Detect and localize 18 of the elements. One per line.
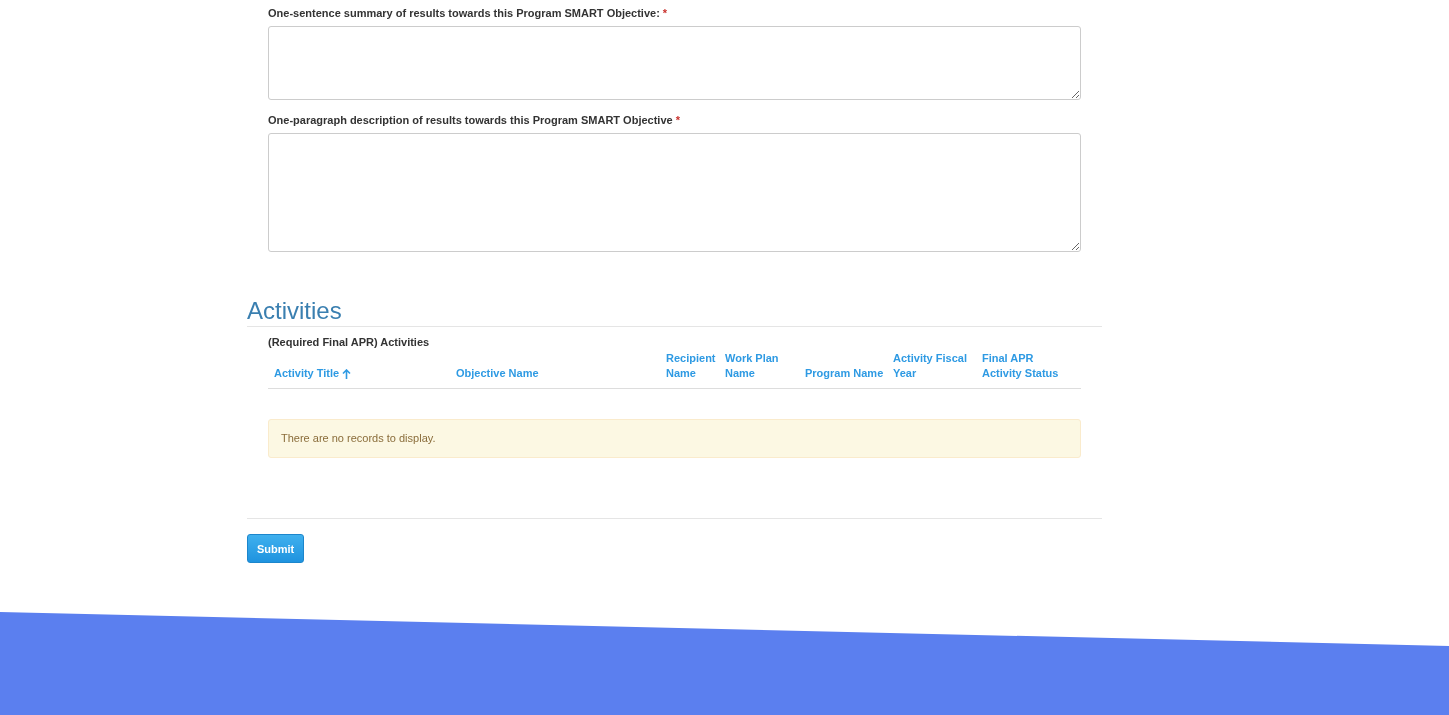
submit-button[interactable]: Submit bbox=[247, 534, 305, 563]
column-header[interactable]: Objective Name bbox=[456, 366, 666, 388]
column-header[interactable]: Recipient Name bbox=[666, 351, 725, 388]
field-label: One-paragraph description of results towards this Program SMART Objective bbox=[268, 113, 673, 127]
column-header[interactable]: Program Name bbox=[805, 366, 893, 388]
field-label: One-sentence summary of results towards this Program SMART Objective: bbox=[268, 6, 660, 20]
column-header[interactable]: Work Plan Name bbox=[725, 351, 805, 388]
required-asterisk: * bbox=[675, 113, 680, 127]
sort-up-arrow-icon bbox=[342, 368, 352, 379]
column-header[interactable]: Activity Title bbox=[274, 366, 456, 388]
column-header[interactable]: Final APR Activity Status bbox=[982, 351, 1064, 388]
required-asterisk: * bbox=[662, 6, 668, 20]
empty-records-message: There are no records to display. bbox=[268, 419, 1081, 458]
section-heading: Activities bbox=[247, 298, 1102, 327]
text-area[interactable] bbox=[268, 133, 1081, 252]
table-caption: (Required Final APR) Activities bbox=[268, 336, 431, 348]
column-header[interactable]: Activity Fiscal Year bbox=[893, 351, 982, 388]
text-area[interactable] bbox=[268, 26, 1081, 100]
